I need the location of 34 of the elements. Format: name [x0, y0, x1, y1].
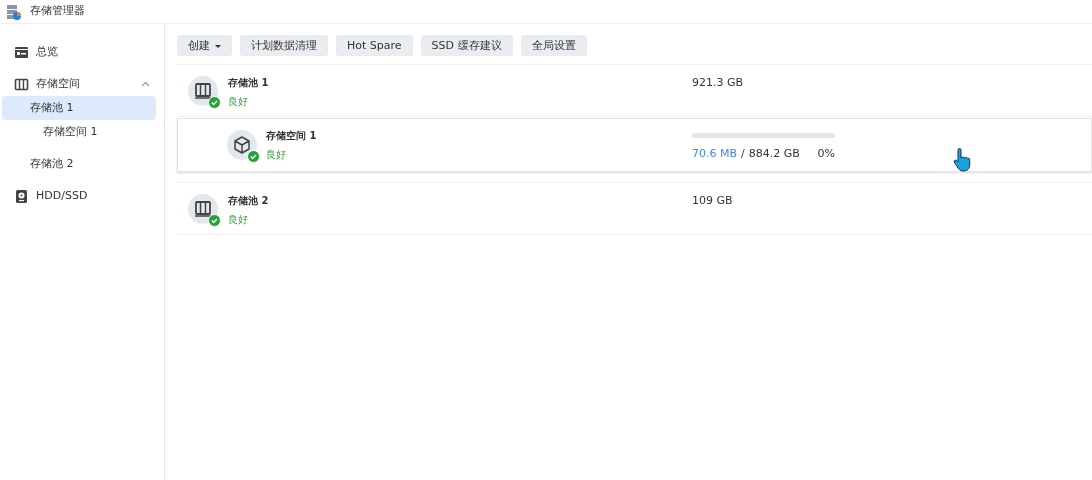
- window-title: 存储管理器: [30, 3, 85, 20]
- percent-text: 0%: [817, 146, 835, 163]
- usage-text: 70.6 MB: [692, 146, 738, 163]
- sidebar-item[interactable]: HDD/SSD: [2, 184, 156, 208]
- status-text: 良好: [228, 213, 249, 227]
- toolbar-button[interactable]: 创建: [177, 35, 232, 56]
- check-icon: [208, 95, 221, 109]
- chevron-icon[interactable]: [141, 79, 150, 89]
- separator-text: /: [741, 146, 745, 163]
- hand-cursor-icon: [953, 148, 971, 172]
- status-text: 良好: [228, 95, 249, 109]
- status-text: 良好: [266, 148, 287, 162]
- sidebar-item[interactable]: 存储空间 1: [2, 120, 156, 144]
- storage-icon: [14, 76, 29, 92]
- toolbar-button[interactable]: SSD 缓存建议: [420, 35, 513, 56]
- toolbar-button[interactable]: 计划数据清理: [240, 35, 328, 56]
- storage-pool-icon: [188, 75, 218, 106]
- toolbar-button[interactable]: Hot Spare: [336, 35, 413, 56]
- sidebar-item[interactable]: 总览: [2, 40, 156, 64]
- storage-pool-icon: [188, 193, 218, 224]
- total-text: 884.2 GB: [748, 146, 800, 163]
- sidebar-item[interactable]: 存储空间: [2, 72, 156, 96]
- pool-name: 存储池 1: [228, 76, 270, 90]
- app-icon: [6, 3, 22, 20]
- check-icon: [208, 213, 221, 227]
- volume-name: 存储空间 1: [266, 129, 318, 143]
- dashboard-icon: [14, 44, 29, 60]
- sidebar-item[interactable]: 存储池 1: [2, 96, 156, 120]
- sidebar-item[interactable]: 存储池 2: [2, 152, 156, 176]
- capacity-text: 921.3 GB: [692, 75, 744, 91]
- toolbar-button[interactable]: 全局设置: [520, 35, 587, 56]
- pool-name: 存储池 2: [228, 194, 270, 208]
- check-icon: [247, 150, 260, 163]
- capacity-text: 109 GB: [692, 193, 733, 209]
